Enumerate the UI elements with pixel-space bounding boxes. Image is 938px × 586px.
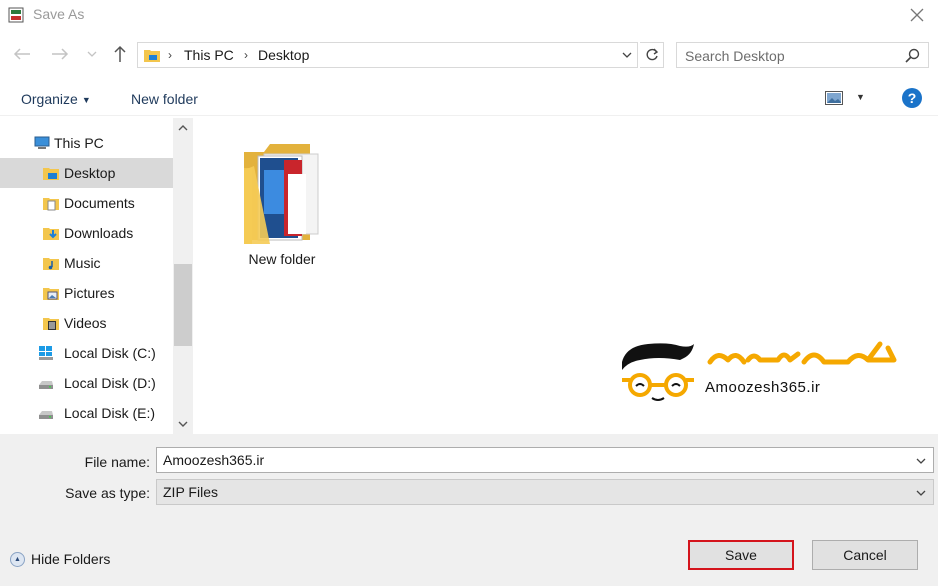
window-title: Save As: [33, 6, 85, 22]
up-arrow-icon: [114, 45, 126, 62]
sidebar-item-local-disk-c[interactable]: Local Disk (C:): [0, 338, 173, 368]
sidebar-item-documents[interactable]: Documents: [0, 188, 173, 218]
change-view-icon[interactable]: [825, 91, 843, 105]
breadcrumb-separator: ›: [244, 48, 248, 62]
close-icon[interactable]: [906, 4, 928, 26]
forward-button[interactable]: [50, 44, 70, 64]
sidebar-item-desktop[interactable]: Desktop: [0, 158, 173, 188]
scrollbar-thumb[interactable]: [174, 264, 192, 346]
breadcrumb-this-pc[interactable]: This PC: [184, 47, 234, 63]
sidebar-item-label: Downloads: [64, 225, 134, 241]
chevron-down-icon[interactable]: [915, 455, 927, 467]
save-button[interactable]: Save: [688, 540, 794, 570]
caret-down-icon: ▼: [81, 95, 91, 105]
sidebar-item-music[interactable]: Music: [0, 248, 173, 278]
chevron-down-icon[interactable]: [621, 49, 633, 61]
back-button[interactable]: [12, 44, 32, 64]
breadcrumb-separator: ›: [168, 48, 172, 62]
sidebar-item-local-disk-e[interactable]: Local Disk (E:): [0, 398, 173, 428]
save-form-panel: File name: Amoozesh365.ir Save as type: …: [0, 434, 938, 586]
hide-folders-label: Hide Folders: [31, 551, 111, 567]
folder-tree: This PC Desktop Documents Downloads Musi…: [0, 128, 173, 428]
navigation-bar: › This PC › Desktop: [0, 38, 938, 72]
sidebar-item-pictures[interactable]: Pictures: [0, 278, 173, 308]
new-folder-button[interactable]: New folder: [131, 91, 198, 107]
save-type-value: ZIP Files: [163, 484, 218, 500]
back-arrow-icon: [13, 48, 30, 60]
sidebar-item-this-pc[interactable]: This PC: [0, 128, 173, 158]
forward-arrow-icon: [52, 48, 69, 60]
search-box[interactable]: [676, 42, 929, 68]
sidebar-item-label: Pictures: [64, 285, 115, 301]
watermark-domain: Amoozesh365.ir: [705, 379, 821, 396]
sidebar-item-label: Documents: [64, 195, 135, 211]
file-name-field[interactable]: Amoozesh365.ir: [156, 447, 934, 473]
address-bar[interactable]: › This PC › Desktop: [137, 42, 638, 68]
chevron-down-icon: [87, 51, 97, 57]
pictures-folder-icon: [43, 288, 59, 300]
sidebar-item-label: Music: [64, 255, 101, 271]
app-icon: [8, 7, 24, 23]
chevron-up-icon: [178, 125, 188, 131]
sidebar-item-label: Local Disk (E:): [64, 405, 156, 421]
search-icon[interactable]: [905, 48, 920, 63]
help-icon[interactable]: ?: [902, 88, 922, 108]
music-folder-icon: [43, 258, 59, 270]
save-type-label: Save as type:: [65, 485, 150, 501]
desktop-folder-icon: [43, 168, 59, 180]
folder-icon: [244, 144, 319, 244]
sidebar-item-label: Desktop: [64, 165, 116, 181]
videos-folder-icon: [43, 318, 59, 330]
downloads-folder-icon: [43, 228, 59, 240]
refresh-button[interactable]: [640, 42, 664, 68]
command-toolbar: Organize ▼ New folder: [0, 82, 938, 116]
drive-icon: [39, 411, 53, 419]
windows-drive-icon: [39, 346, 53, 360]
up-button[interactable]: [110, 44, 130, 64]
drive-icon: [39, 381, 53, 389]
computer-icon: [34, 136, 50, 149]
scroll-up-button[interactable]: [173, 120, 193, 136]
desktop-folder-icon: [144, 50, 160, 62]
file-name-value[interactable]: Amoozesh365.ir: [163, 452, 264, 468]
recent-locations-button[interactable]: [82, 44, 102, 64]
collapse-up-icon: ▲: [10, 551, 25, 567]
save-type-select[interactable]: ZIP Files: [156, 479, 934, 505]
sidebar-item-label: Local Disk (C:): [64, 345, 156, 361]
organize-menu[interactable]: Organize ▼: [21, 91, 91, 107]
organize-label: Organize: [21, 91, 78, 107]
chevron-down-icon: [178, 421, 188, 427]
cancel-button[interactable]: Cancel: [812, 540, 918, 570]
sidebar-item-videos[interactable]: Videos: [0, 308, 173, 338]
sidebar-item-label: Local Disk (D:): [64, 375, 156, 391]
sidebar-item-label: This PC: [54, 135, 104, 151]
documents-folder-icon: [43, 198, 59, 211]
folder-item-label: New folder: [248, 251, 316, 267]
sidebar-item-label: Videos: [64, 315, 107, 331]
view-options-caret-icon[interactable]: ▼: [856, 92, 865, 102]
nav-scrollbar[interactable]: [173, 118, 193, 434]
folder-item-new-folder[interactable]: New folder: [230, 138, 334, 268]
sidebar-item-downloads[interactable]: Downloads: [0, 218, 173, 248]
amoozesh365-logo: [622, 341, 897, 401]
refresh-icon: [646, 48, 658, 61]
search-input[interactable]: [685, 47, 895, 65]
title-bar: Save As: [0, 0, 938, 30]
sidebar-item-local-disk-d[interactable]: Local Disk (D:): [0, 368, 173, 398]
navigation-pane: This PC Desktop Documents Downloads Musi…: [0, 118, 193, 434]
scroll-down-button[interactable]: [173, 416, 193, 432]
file-name-label: File name:: [84, 454, 150, 470]
hide-folders-button[interactable]: ▲ Hide Folders: [10, 551, 110, 567]
breadcrumb-desktop[interactable]: Desktop: [258, 47, 309, 63]
chevron-down-icon[interactable]: [915, 487, 927, 499]
